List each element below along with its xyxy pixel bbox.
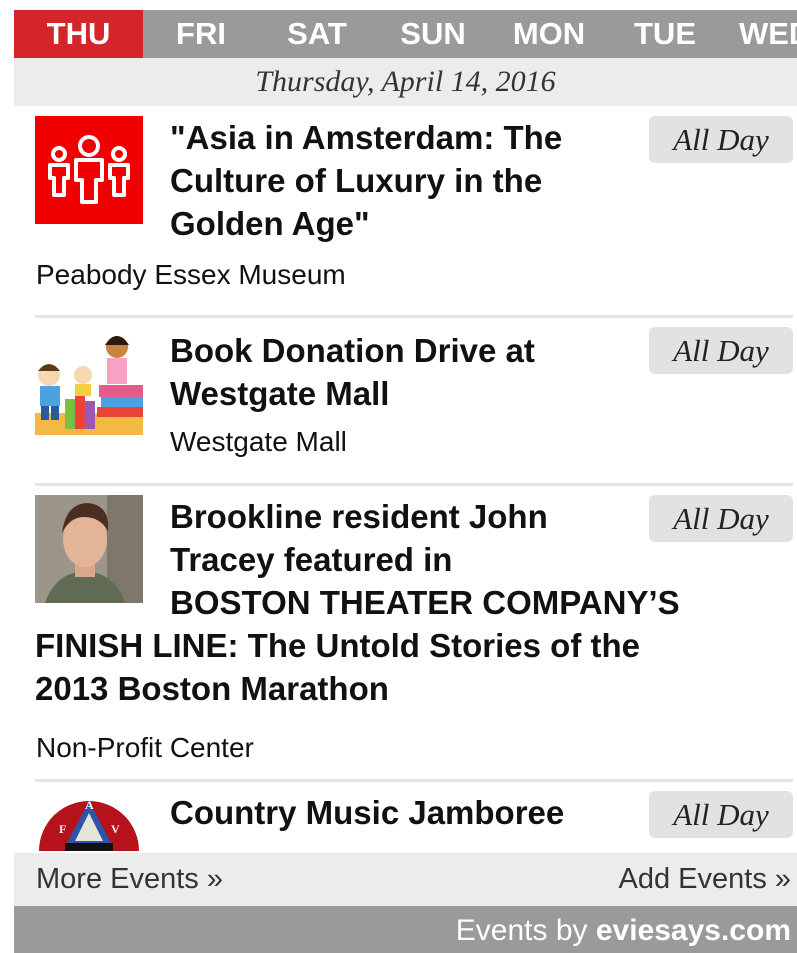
emblem-letter: V xyxy=(111,822,120,836)
event-item[interactable]: "Asia in Amsterdam: The Culture of Luxur… xyxy=(14,116,797,306)
family-icon xyxy=(35,116,143,224)
tab-sun[interactable]: SUN xyxy=(375,10,491,58)
tab-wed[interactable]: WED xyxy=(723,10,797,58)
event-item[interactable]: F A V Country Music Jamboree All Day xyxy=(14,791,797,851)
event-title[interactable]: "Asia in Amsterdam: The Culture of Luxur… xyxy=(170,116,627,245)
event-venue[interactable]: Westgate Mall xyxy=(170,425,347,459)
event-title[interactable]: Book Donation Drive at Westgate Mall xyxy=(170,329,627,415)
kids-reading-illustration xyxy=(35,327,143,435)
events-widget: THU FRI SAT SUN MON TUE WED Thursday, Ap… xyxy=(14,10,797,953)
divider xyxy=(35,779,793,782)
footer-links-bar: More Events » Add Events » xyxy=(14,853,797,906)
brand-bar[interactable]: Events by eviesays.com xyxy=(14,906,797,953)
more-events-link[interactable]: More Events » xyxy=(36,853,223,906)
emblem-letter: A xyxy=(85,798,94,812)
fav-emblem-logo: F A V xyxy=(35,791,143,851)
event-title-line: Tracey featured in xyxy=(170,541,453,578)
brand-name[interactable]: eviesays.com xyxy=(596,914,791,947)
event-title-continued[interactable]: FINISH LINE: The Untold Stories of the 2… xyxy=(35,624,777,710)
event-title-line: BOSTON THEATER COMPANY’S xyxy=(170,584,680,621)
date-header: Thursday, April 14, 2016 xyxy=(14,58,797,106)
divider xyxy=(35,483,793,486)
event-title-line: FINISH LINE: The Untold Stories of the xyxy=(35,627,640,664)
event-title-line: 2013 Boston Marathon xyxy=(35,670,389,707)
emblem-letter: F xyxy=(59,822,66,836)
event-venue[interactable]: Peabody Essex Museum xyxy=(36,258,346,292)
tab-tue[interactable]: TUE xyxy=(607,10,723,58)
all-day-badge: All Day xyxy=(649,116,793,163)
divider xyxy=(35,315,793,318)
event-venue[interactable]: Non-Profit Center xyxy=(36,731,254,765)
brand-prefix: Events by xyxy=(455,914,596,947)
event-title[interactable]: Country Music Jamboree xyxy=(170,791,627,834)
tab-thu[interactable]: THU xyxy=(14,10,143,58)
portrait-photo xyxy=(35,495,143,603)
event-item[interactable]: Brookline resident John Tracey featured … xyxy=(14,495,797,780)
day-tabs: THU FRI SAT SUN MON TUE WED xyxy=(14,10,797,58)
add-events-link[interactable]: Add Events » xyxy=(619,853,792,906)
tab-mon[interactable]: MON xyxy=(491,10,607,58)
all-day-badge: All Day xyxy=(649,327,793,374)
all-day-badge: All Day xyxy=(649,495,793,542)
all-day-badge: All Day xyxy=(649,791,793,838)
event-item[interactable]: Book Donation Drive at Westgate Mall All… xyxy=(14,327,797,477)
tab-fri[interactable]: FRI xyxy=(143,10,259,58)
tab-sat[interactable]: SAT xyxy=(259,10,375,58)
